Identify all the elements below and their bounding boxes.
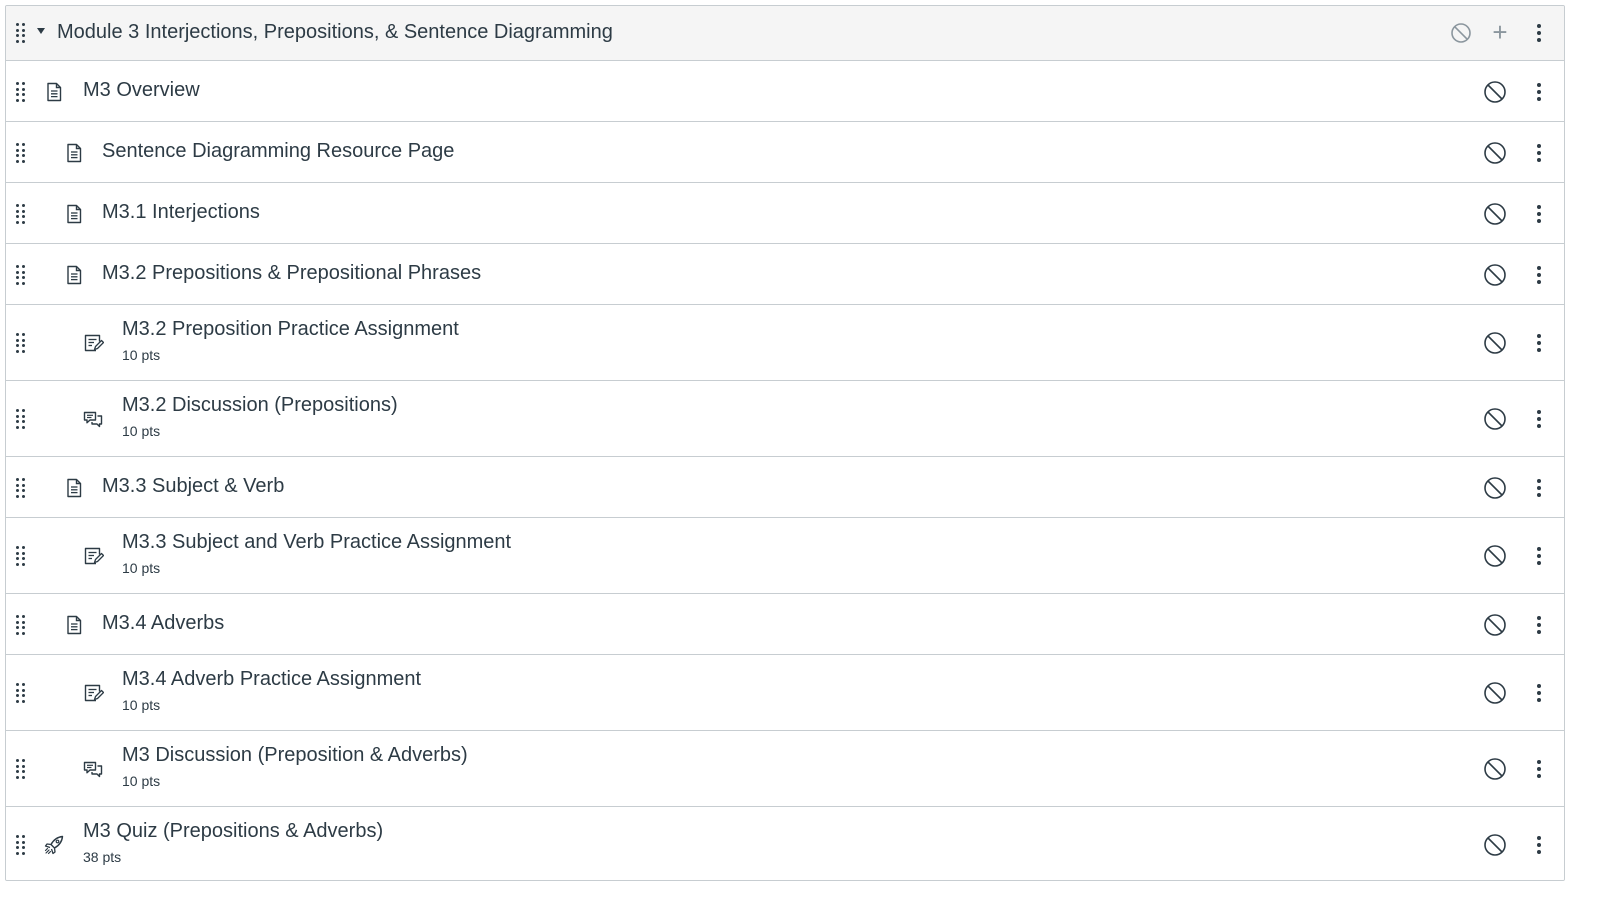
item-points: 38 pts	[83, 849, 122, 865]
module-drag-handle-icon[interactable]	[16, 23, 26, 43]
assignment-icon	[82, 545, 104, 567]
item-menu-icon[interactable]	[1536, 410, 1542, 428]
unpublished-icon[interactable]	[1483, 833, 1507, 857]
item-points: 10 pts	[122, 560, 161, 576]
drag-handle-icon[interactable]	[16, 82, 26, 102]
module-unpublished-icon[interactable]	[1450, 22, 1472, 44]
item-menu-icon[interactable]	[1536, 83, 1542, 101]
discussion-icon	[82, 758, 104, 780]
item-title-link[interactable]: M3.1 Interjections	[102, 201, 260, 224]
item-menu-icon[interactable]	[1536, 616, 1542, 634]
module-item-row: M3 Quiz (Prepositions & Adverbs) 38 pts	[6, 807, 1564, 880]
drag-handle-icon[interactable]	[16, 835, 26, 855]
module-item-row: M3.1 Interjections	[6, 183, 1564, 244]
item-points: 10 pts	[122, 773, 161, 789]
unpublished-icon[interactable]	[1483, 613, 1507, 637]
item-title-link[interactable]: M3.4 Adverbs	[102, 612, 224, 635]
quiz-icon	[43, 834, 65, 856]
page-icon	[63, 264, 85, 286]
module-item-row: M3 Overview	[6, 61, 1564, 122]
page-icon	[43, 81, 65, 103]
module-item-row: M3.2 Prepositions & Prepositional Phrase…	[6, 244, 1564, 305]
item-title-link[interactable]: M3 Discussion (Preposition & Adverbs)	[122, 744, 468, 767]
unpublished-icon[interactable]	[1483, 476, 1507, 500]
item-title-link[interactable]: M3.3 Subject and Verb Practice Assignmen…	[122, 531, 511, 554]
drag-handle-icon[interactable]	[16, 759, 26, 779]
item-title-link[interactable]: M3.2 Preposition Practice Assignment	[122, 318, 459, 341]
item-menu-icon[interactable]	[1536, 479, 1542, 497]
item-menu-icon[interactable]	[1536, 836, 1542, 854]
item-title-link[interactable]: M3.2 Discussion (Prepositions)	[122, 394, 398, 417]
drag-handle-icon[interactable]	[16, 204, 26, 224]
assignment-icon	[82, 332, 104, 354]
module-item-row: M3 Discussion (Preposition & Adverbs) 10 …	[6, 731, 1564, 807]
assignment-icon	[82, 682, 104, 704]
collapse-caret-icon[interactable]	[37, 28, 45, 34]
item-menu-icon[interactable]	[1536, 684, 1542, 702]
module-menu-icon[interactable]	[1536, 24, 1542, 42]
drag-handle-icon[interactable]	[16, 683, 26, 703]
item-points: 10 pts	[122, 423, 161, 439]
item-menu-icon[interactable]	[1536, 334, 1542, 352]
item-points: 10 pts	[122, 697, 161, 713]
module-item-row: M3.2 Preposition Practice Assignment 10 p…	[6, 305, 1564, 381]
module-item-row: M3.3 Subject & Verb	[6, 457, 1564, 518]
module-item-row: M3.2 Discussion (Prepositions) 10 pts	[6, 381, 1564, 457]
unpublished-icon[interactable]	[1483, 544, 1507, 568]
unpublished-icon[interactable]	[1483, 331, 1507, 355]
page-icon	[63, 203, 85, 225]
module-item-row: M3.4 Adverbs	[6, 594, 1564, 655]
item-title-link[interactable]: M3.3 Subject & Verb	[102, 475, 284, 498]
page-icon	[63, 142, 85, 164]
drag-handle-icon[interactable]	[16, 478, 26, 498]
item-title-link[interactable]: M3.2 Prepositions & Prepositional Phrase…	[102, 262, 481, 285]
module-item-row: Sentence Diagramming Resource Page	[6, 122, 1564, 183]
unpublished-icon[interactable]	[1483, 757, 1507, 781]
module-title[interactable]: Module 3 Interjections, Prepositions, & …	[57, 21, 613, 44]
module-item-row: M3.4 Adverb Practice Assignment 10 pts	[6, 655, 1564, 731]
item-menu-icon[interactable]	[1536, 266, 1542, 284]
item-title-link[interactable]: M3 Overview	[83, 79, 200, 102]
unpublished-icon[interactable]	[1483, 202, 1507, 226]
module-header[interactable]: Module 3 Interjections, Prepositions, & …	[6, 6, 1564, 61]
drag-handle-icon[interactable]	[16, 333, 26, 353]
drag-handle-icon[interactable]	[16, 265, 26, 285]
drag-handle-icon[interactable]	[16, 615, 26, 635]
unpublished-icon[interactable]	[1483, 407, 1507, 431]
page-icon	[63, 614, 85, 636]
drag-handle-icon[interactable]	[16, 143, 26, 163]
unpublished-icon[interactable]	[1483, 80, 1507, 104]
item-title-link[interactable]: M3 Quiz (Prepositions & Adverbs)	[83, 820, 383, 843]
item-title-link[interactable]: M3.4 Adverb Practice Assignment	[122, 668, 421, 691]
item-menu-icon[interactable]	[1536, 205, 1542, 223]
item-points: 10 pts	[122, 347, 161, 363]
unpublished-icon[interactable]	[1483, 263, 1507, 287]
add-item-button[interactable]: +	[1488, 19, 1512, 45]
module-container: Module 3 Interjections, Prepositions, & …	[5, 5, 1565, 881]
item-menu-icon[interactable]	[1536, 547, 1542, 565]
page-icon	[63, 477, 85, 499]
discussion-icon	[82, 408, 104, 430]
item-menu-icon[interactable]	[1536, 144, 1542, 162]
module-item-row: M3.3 Subject and Verb Practice Assignmen…	[6, 518, 1564, 594]
unpublished-icon[interactable]	[1483, 141, 1507, 165]
drag-handle-icon[interactable]	[16, 546, 26, 566]
drag-handle-icon[interactable]	[16, 409, 26, 429]
item-title-link[interactable]: Sentence Diagramming Resource Page	[102, 140, 454, 163]
item-menu-icon[interactable]	[1536, 760, 1542, 778]
unpublished-icon[interactable]	[1483, 681, 1507, 705]
